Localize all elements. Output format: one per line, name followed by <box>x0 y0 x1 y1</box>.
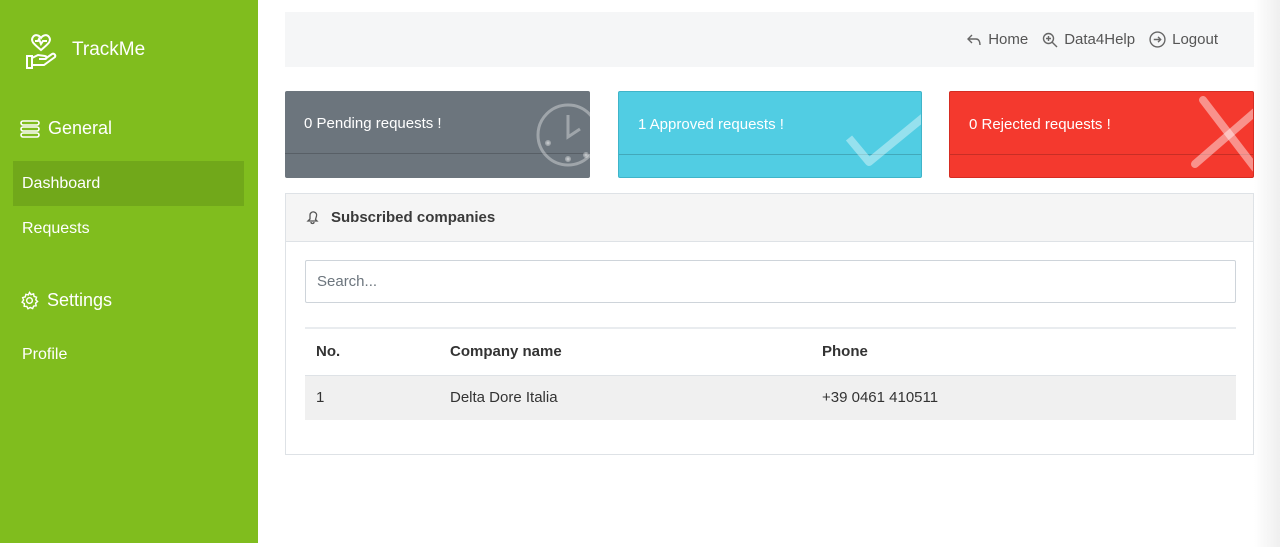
sidebar-item-dashboard[interactable]: Dashboard <box>13 161 244 206</box>
top-nav: Home Data4Help Logout <box>952 31 1218 48</box>
table-header-row: No. Company name Phone <box>305 328 1236 375</box>
pending-requests-card[interactable]: 0 Pending requests ! <box>285 91 590 178</box>
panel-header: Subscribed companies <box>286 194 1253 242</box>
layers-icon <box>20 119 40 138</box>
sidebar-item-profile[interactable]: Profile <box>13 332 244 377</box>
brand[interactable]: TrackMe <box>24 32 145 70</box>
cell-number: 1 <box>316 389 325 407</box>
gear-icon <box>21 291 39 310</box>
section-settings: Settings <box>20 290 112 311</box>
nav-logout[interactable]: Logout <box>1149 31 1218 48</box>
nav-home-label: Home <box>988 31 1029 48</box>
sidebar-item-requests[interactable]: Requests <box>13 206 244 251</box>
nav-logout-label: Logout <box>1172 31 1218 48</box>
top-bar: Home Data4Help Logout <box>285 12 1254 67</box>
cell-phone: +39 0461 410511 <box>822 389 939 407</box>
table-row[interactable]: 1 Delta Dore Italia +39 0461 410511 <box>305 375 1236 420</box>
check-icon <box>845 114 921 166</box>
app-title: TrackMe <box>72 38 146 60</box>
sidebar: TrackMe General Dashboard Requests Setti… <box>0 0 258 543</box>
nav-data4help[interactable]: Data4Help <box>1042 31 1135 48</box>
bell-icon <box>306 210 319 224</box>
approved-requests-card[interactable]: 1 Approved requests ! <box>618 91 922 178</box>
section-general: General <box>20 118 112 139</box>
col-company-name[interactable]: Company name <box>439 328 811 375</box>
heart-hand-icon <box>24 32 58 70</box>
pending-requests-label: 0 Pending requests ! <box>304 115 442 132</box>
close-icon <box>1191 96 1253 172</box>
zoom-in-icon <box>1043 32 1058 47</box>
col-number[interactable]: No. <box>305 328 439 375</box>
window-edge-shadow <box>1254 0 1280 547</box>
rejected-requests-label: 0 Rejected requests ! <box>969 116 1111 133</box>
cell-company-name: Delta Dore Italia <box>450 389 558 407</box>
companies-table: No. Company name Phone 1 Delta Dore Ital… <box>305 327 1236 420</box>
clock-icon <box>536 103 590 167</box>
section-settings-label: Settings <box>47 290 113 310</box>
nav-home[interactable]: Home <box>966 31 1028 48</box>
reply-icon <box>967 34 981 45</box>
search-input[interactable] <box>305 260 1236 303</box>
approved-requests-label: 1 Approved requests ! <box>638 116 784 133</box>
rejected-requests-card[interactable]: 0 Rejected requests ! <box>949 91 1254 178</box>
subscribed-companies-panel: Subscribed companies No. Company name Ph… <box>285 193 1254 455</box>
panel-title: Subscribed companies <box>331 209 496 226</box>
nav-data4help-label: Data4Help <box>1064 31 1136 48</box>
col-phone[interactable]: Phone <box>811 328 1236 375</box>
section-general-label: General <box>48 118 113 138</box>
logout-icon <box>1149 31 1166 48</box>
